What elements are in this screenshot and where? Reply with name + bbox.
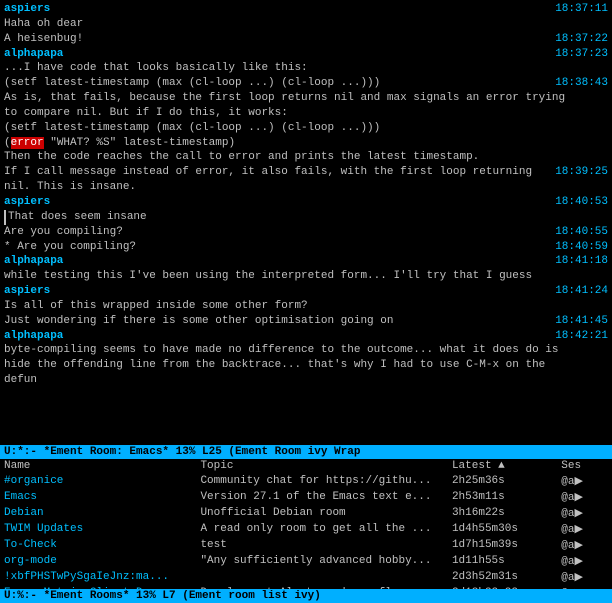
rooms-pane: Name Topic Latest ▲ Ses #organiceCommuni…	[0, 459, 612, 589]
message-block: Then the code reaches the call to error …	[4, 150, 608, 195]
timestamp: 18:41:24	[551, 284, 608, 299]
message-block: alphapapa 18:42:21 byte-compiling seems …	[4, 329, 608, 388]
room-topic: Version 27.1 of the Emacs text e...	[196, 489, 448, 505]
timestamp: 18:37:11	[551, 2, 608, 17]
chat-pane: aspiers 18:37:11 Haha oh dear A heisenbu…	[0, 0, 612, 445]
message-line: Are you compiling?	[4, 225, 123, 240]
room-session: @a▶	[557, 505, 612, 521]
room-latest: 2d3h52m31s	[448, 569, 557, 585]
room-latest: 2h53m11s	[448, 489, 557, 505]
col-header-name: Name	[0, 459, 196, 473]
room-topic: Unofficial Debian room	[196, 505, 448, 521]
message-line: (error "WHAT? %S" latest-timestamp)	[4, 136, 235, 151]
message-line: (setf latest-timestamp (max (cl-loop ...…	[4, 76, 380, 91]
room-topic: "Any sufficiently advanced hobby...	[196, 553, 448, 569]
timestamp: 18:40:55	[551, 225, 608, 240]
table-header-row: Name Topic Latest ▲ Ses	[0, 459, 612, 473]
message-block: alphapapa 18:37:23 ...I have code that l…	[4, 47, 608, 92]
status-bar-rooms-text: U:%:- *Ement Rooms* 13% L7 (Ement room l…	[4, 590, 321, 602]
timestamp: 18:39:25	[551, 165, 608, 180]
rooms-tbody: #organiceCommunity chat for https://gith…	[0, 473, 612, 589]
room-name[interactable]: TWIM Updates	[0, 521, 196, 537]
room-session: @a▶	[557, 569, 612, 585]
username: alphapapa	[4, 254, 63, 269]
table-row: EmacsVersion 27.1 of the Emacs text e...…	[0, 489, 612, 505]
status-bar-chat: U:*:- *Ement Room: Emacs* 13% L25 (Ement…	[0, 445, 612, 459]
room-topic: test	[196, 537, 448, 553]
col-header-session: Ses	[557, 459, 612, 473]
timestamp: 18:37:22	[551, 32, 608, 47]
message-line: Just wondering if there is some other op…	[4, 314, 393, 329]
rooms-table: Name Topic Latest ▲ Ses #organiceCommuni…	[0, 459, 612, 589]
timestamp: 18:41:18	[551, 254, 608, 269]
room-name[interactable]: #organice	[0, 473, 196, 489]
room-name[interactable]: org-mode	[0, 553, 196, 569]
message-block: As is, that fails, because the first loo…	[4, 91, 608, 121]
room-topic: Community chat for https://githu...	[196, 473, 448, 489]
room-name[interactable]: Debian	[0, 505, 196, 521]
room-topic: A read only room to get all the ...	[196, 521, 448, 537]
room-name[interactable]: Emacs	[0, 489, 196, 505]
message-block: aspiers 18:40:53 That does seem insane A…	[4, 195, 608, 254]
table-row: TWIM UpdatesA read only room to get all …	[0, 521, 612, 537]
message-line: byte-compiling seems to have made no dif…	[4, 343, 574, 388]
message-line: ...I have code that looks basically like…	[4, 61, 308, 76]
timestamp: 18:40:59	[551, 240, 608, 255]
table-row: To-Checktest1d7h15m39s@a▶	[0, 537, 612, 553]
username: aspiers	[4, 2, 50, 17]
col-header-topic: Topic	[196, 459, 448, 473]
message-line: If I call message instead of error, it a…	[4, 165, 551, 195]
table-row: DebianUnofficial Debian room3h16m22s@a▶	[0, 505, 612, 521]
room-name[interactable]: Emacs Matrix Client Dev...	[0, 585, 196, 589]
message-block: aspiers 18:41:24 Is all of this wrapped …	[4, 284, 608, 329]
timestamp: 18:42:21	[551, 329, 608, 344]
message-block: aspiers 18:37:11 Haha oh dear A heisenbu…	[4, 2, 608, 47]
message-line: * Are you compiling?	[4, 240, 136, 255]
table-row: org-mode"Any sufficiently advanced hobby…	[0, 553, 612, 569]
room-latest: 3h16m22s	[448, 505, 557, 521]
room-latest: 1d7h15m39s	[448, 537, 557, 553]
room-latest: 1d11h55s	[448, 553, 557, 569]
username: alphapapa	[4, 329, 63, 344]
message-block: alphapapa 18:41:18 while testing this I'…	[4, 254, 608, 284]
username: aspiers	[4, 284, 50, 299]
message-line: That does seem insane	[4, 210, 147, 225]
room-session: @a▶	[557, 473, 612, 489]
message-line: As is, that fails, because the first loo…	[4, 91, 574, 121]
status-bar-rooms: U:%:- *Ement Rooms* 13% L7 (Ement room l…	[0, 589, 612, 603]
timestamp: 18:38:43	[551, 76, 608, 91]
table-row: Emacs Matrix Client Dev...Development Al…	[0, 585, 612, 589]
message-block: (setf latest-timestamp (max (cl-loop ...…	[4, 121, 608, 151]
room-name[interactable]: !xbfPHSTwPySgaIeJnz:ma...	[0, 569, 196, 585]
room-session: @a▶	[557, 489, 612, 505]
message-line: Then the code reaches the call to error …	[4, 150, 479, 165]
timestamp: 18:37:23	[551, 47, 608, 62]
status-bar-text: U:*:- *Ement Room: Emacs* 13% L25 (Ement…	[4, 446, 360, 458]
room-name[interactable]: To-Check	[0, 537, 196, 553]
message-line: A heisenbug!	[4, 32, 83, 47]
error-highlight: error	[11, 137, 44, 149]
username: aspiers	[4, 195, 50, 210]
message-line: while testing this I've been using the i…	[4, 269, 532, 284]
room-session: @a▶	[557, 553, 612, 569]
table-row: #organiceCommunity chat for https://gith…	[0, 473, 612, 489]
col-header-latest: Latest ▲	[448, 459, 557, 473]
room-latest: 1d4h55m30s	[448, 521, 557, 537]
timestamp: 18:40:53	[551, 195, 608, 210]
message-line: Haha oh dear	[4, 17, 83, 32]
room-topic	[196, 569, 448, 585]
table-row: !xbfPHSTwPySgaIeJnz:ma... 2d3h52m31s@a▶	[0, 569, 612, 585]
username: alphapapa	[4, 47, 63, 62]
message-line: Is all of this wrapped inside some other…	[4, 299, 308, 314]
room-session: @a▶	[557, 521, 612, 537]
room-latest: 2h25m36s	[448, 473, 557, 489]
room-session: @a▶	[557, 537, 612, 553]
timestamp: 18:41:45	[551, 314, 608, 329]
message-line: (setf latest-timestamp (max (cl-loop ...…	[4, 121, 380, 136]
